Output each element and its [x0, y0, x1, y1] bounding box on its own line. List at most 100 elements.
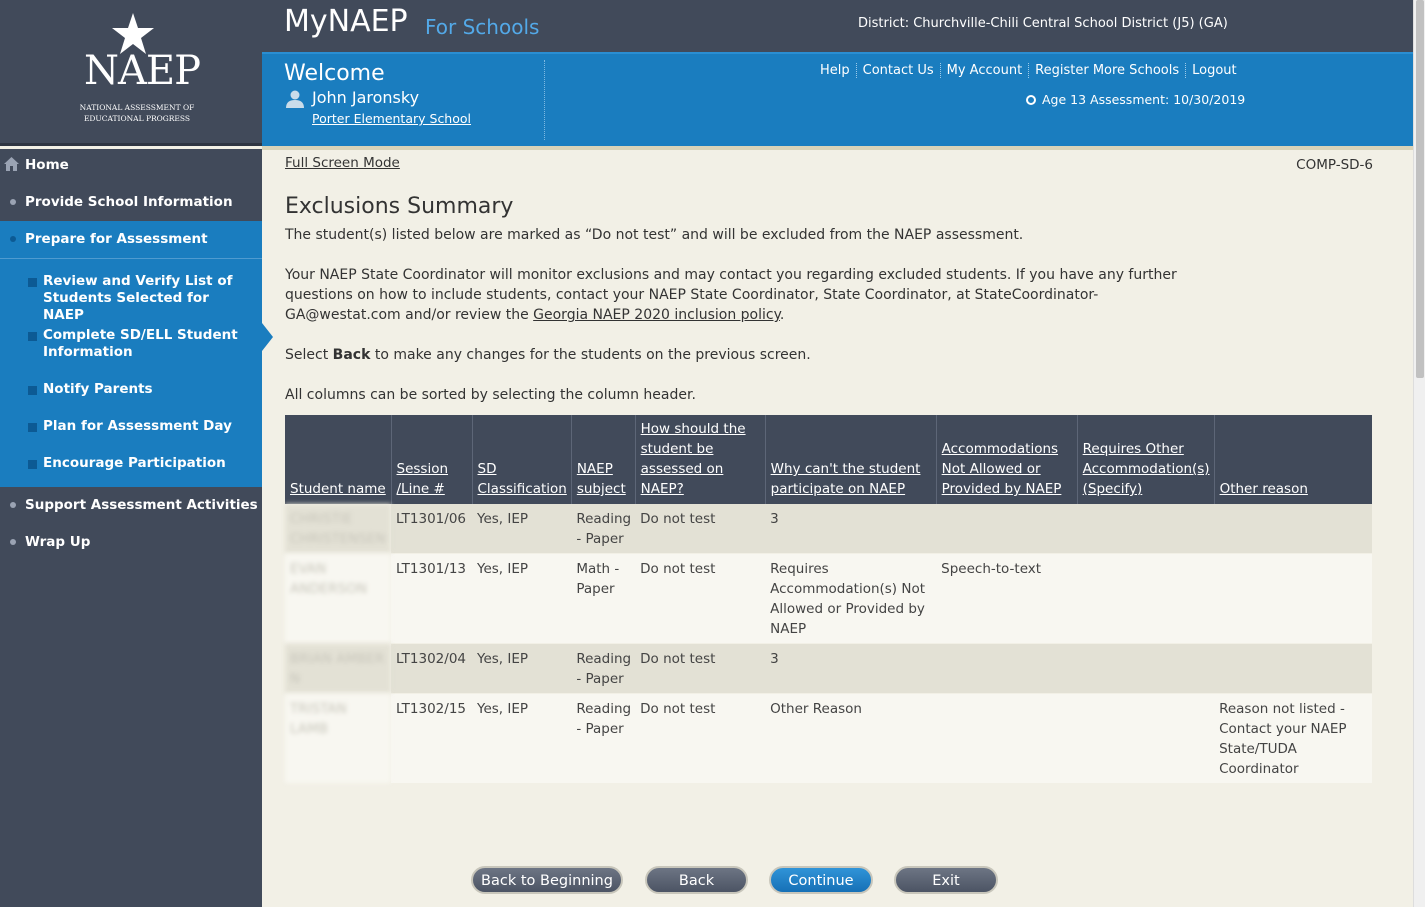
- sidebar-item-label: Notify Parents: [43, 381, 153, 397]
- square-bullet-icon: [28, 423, 37, 432]
- sidebar-item-label: Prepare for Assessment: [25, 231, 208, 247]
- square-bullet-icon: [28, 460, 37, 469]
- assessment-label: Age 13 Assessment: 10/30/2019: [1042, 92, 1246, 107]
- other-reason-cell: Reason not listed - Contact your NAEP St…: [1214, 693, 1372, 784]
- table-row: EVAN ANDERSON LT1301/13 Yes, IEP Math - …: [285, 553, 1372, 644]
- naep-logo[interactable]: NAEP NATIONAL ASSESSMENT OF EDUCATIONAL …: [0, 0, 262, 146]
- accommodation-cell: Speech-to-text: [936, 553, 1078, 644]
- user-icon: [286, 90, 304, 108]
- welcome-bar: Welcome John Jaronsky Porter Elementary …: [262, 52, 1413, 146]
- session-cell: LT1301/06: [391, 504, 472, 554]
- scrollbar-thumb[interactable]: [1416, 0, 1424, 378]
- col-requires-other[interactable]: Requires Other Accommodation(s) (Specify…: [1077, 415, 1215, 504]
- select-prefix: Select: [285, 347, 329, 363]
- sidebar-divider: [0, 258, 262, 259]
- help-link[interactable]: Help: [814, 63, 857, 78]
- bullet-icon: [10, 236, 16, 242]
- select-back-text: Select Back to make any changes for the …: [285, 345, 1205, 365]
- logo-subtitle: NATIONAL ASSESSMENT OF EDUCATIONAL PROGR…: [79, 103, 195, 123]
- sd-cell: Yes, IEP: [472, 553, 572, 644]
- why-cell: Other Reason: [765, 693, 937, 784]
- other-reason-cell: [1214, 553, 1372, 644]
- accommodation-cell: [936, 504, 1078, 554]
- sidebar-item-label: Plan for Assessment Day: [43, 418, 232, 434]
- back-to-beginning-button[interactable]: Back to Beginning: [471, 866, 623, 894]
- sidebar: Home Provide School Information Prepare …: [0, 149, 262, 907]
- square-bullet-icon: [28, 278, 37, 287]
- why-cell: Requires Accommodation(s) Not Allowed or…: [765, 553, 937, 644]
- subject-cell: Reading - Paper: [571, 693, 636, 784]
- page-code: COMP-SD-6: [1296, 157, 1373, 173]
- register-schools-link[interactable]: Register More Schools: [1029, 63, 1187, 78]
- square-bullet-icon: [28, 386, 37, 395]
- why-cell: 3: [765, 504, 937, 554]
- continue-button[interactable]: Continue: [769, 866, 873, 894]
- assessed-cell: Do not test: [635, 643, 766, 694]
- sd-cell: Yes, IEP: [472, 504, 572, 554]
- student-name-cell: CHRISTIE CHRISTENSEN: [285, 504, 391, 554]
- page-title: Exclusions Summary: [285, 194, 514, 219]
- table-row: TRISTAN LAMB LT1302/15 Yes, IEP Reading …: [285, 693, 1372, 784]
- full-screen-link[interactable]: Full Screen Mode: [285, 155, 400, 171]
- table-row: CHRISTIE CHRISTENSEN LT1301/06 Yes, IEP …: [285, 504, 1372, 554]
- school-link[interactable]: Porter Elementary School: [312, 111, 471, 126]
- student-name-cell: BRIAN AMBER N: [285, 643, 391, 694]
- welcome-divider: [544, 60, 545, 140]
- requires-other-cell: [1077, 504, 1215, 554]
- col-sd-classification[interactable]: SD Classification: [472, 415, 572, 504]
- exclusions-table: Student name Session /Line # SD Classifi…: [285, 415, 1372, 784]
- assessment-radio-icon: [1026, 94, 1036, 105]
- exit-button[interactable]: Exit: [894, 866, 998, 894]
- session-cell: LT1302/04: [391, 643, 472, 694]
- select-suffix: to make any changes for the students on …: [374, 347, 811, 363]
- requires-other-cell: [1077, 693, 1215, 784]
- top-links: Help Contact Us My Account Register More…: [814, 63, 1243, 78]
- my-account-link[interactable]: My Account: [941, 63, 1030, 78]
- col-accommodations[interactable]: Accommodations Not Allowed or Provided b…: [936, 415, 1078, 504]
- other-reason-cell: [1214, 643, 1372, 694]
- sidebar-item-label: Support Assessment Activities: [25, 497, 258, 513]
- why-cell: 3: [765, 643, 937, 694]
- assessed-cell: Do not test: [635, 553, 766, 644]
- district-label: District: Churchville-Chili Central Scho…: [858, 16, 1228, 31]
- select-bold: Back: [332, 347, 371, 363]
- main-content: Full Screen Mode COMP-SD-6 Exclusions Su…: [262, 150, 1413, 907]
- sd-cell: Yes, IEP: [472, 693, 572, 784]
- inclusion-policy-link[interactable]: Georgia NAEP 2020 inclusion policy: [533, 307, 780, 323]
- session-cell: LT1302/15: [391, 693, 472, 784]
- sidebar-item-label: Review and Verify List of Students Selec…: [43, 273, 233, 323]
- col-naep-subject[interactable]: NAEP subject: [571, 415, 636, 504]
- student-name-cell: EVAN ANDERSON: [285, 553, 391, 644]
- sidebar-item-label: Wrap Up: [25, 534, 91, 550]
- bullet-icon: [10, 199, 16, 205]
- col-session-line[interactable]: Session /Line #: [391, 415, 473, 504]
- vertical-scrollbar[interactable]: [1413, 0, 1425, 907]
- accommodation-cell: [936, 643, 1078, 694]
- table-header-row: Student name Session /Line # SD Classifi…: [285, 415, 1372, 504]
- col-why-cannot[interactable]: Why can't the student participate on NAE…: [765, 415, 937, 504]
- requires-other-cell: [1077, 553, 1215, 644]
- app-title-sub: For Schools: [425, 15, 540, 39]
- subject-cell: Reading - Paper: [571, 643, 636, 694]
- col-other-reason[interactable]: Other reason: [1214, 415, 1372, 504]
- accommodation-cell: [936, 693, 1078, 784]
- assessment-info: Age 13 Assessment: 10/30/2019: [1026, 92, 1245, 107]
- sidebar-item-label: Home: [25, 157, 69, 173]
- logout-link[interactable]: Logout: [1186, 63, 1243, 78]
- contact-us-link[interactable]: Contact Us: [857, 63, 941, 78]
- col-student-name[interactable]: Student name: [285, 415, 392, 504]
- subject-cell: Reading - Paper: [571, 504, 636, 554]
- bullet-icon: [10, 502, 16, 508]
- col-how-assessed[interactable]: How should the student be assessed on NA…: [635, 415, 766, 504]
- student-name-cell: TRISTAN LAMB: [285, 693, 391, 784]
- table-row: BRIAN AMBER N LT1302/04 Yes, IEP Reading…: [285, 643, 1372, 694]
- session-cell: LT1301/13: [391, 553, 472, 644]
- logo-text: NAEP: [84, 48, 201, 94]
- sidebar-item-label: Encourage Participation: [43, 455, 226, 471]
- user-name: John Jaronsky: [312, 88, 420, 107]
- assessed-cell: Do not test: [635, 693, 766, 784]
- square-bullet-icon: [28, 332, 37, 341]
- welcome-title: Welcome: [284, 61, 385, 86]
- back-button[interactable]: Back: [645, 866, 748, 894]
- app-title: MyNAEP: [284, 4, 408, 39]
